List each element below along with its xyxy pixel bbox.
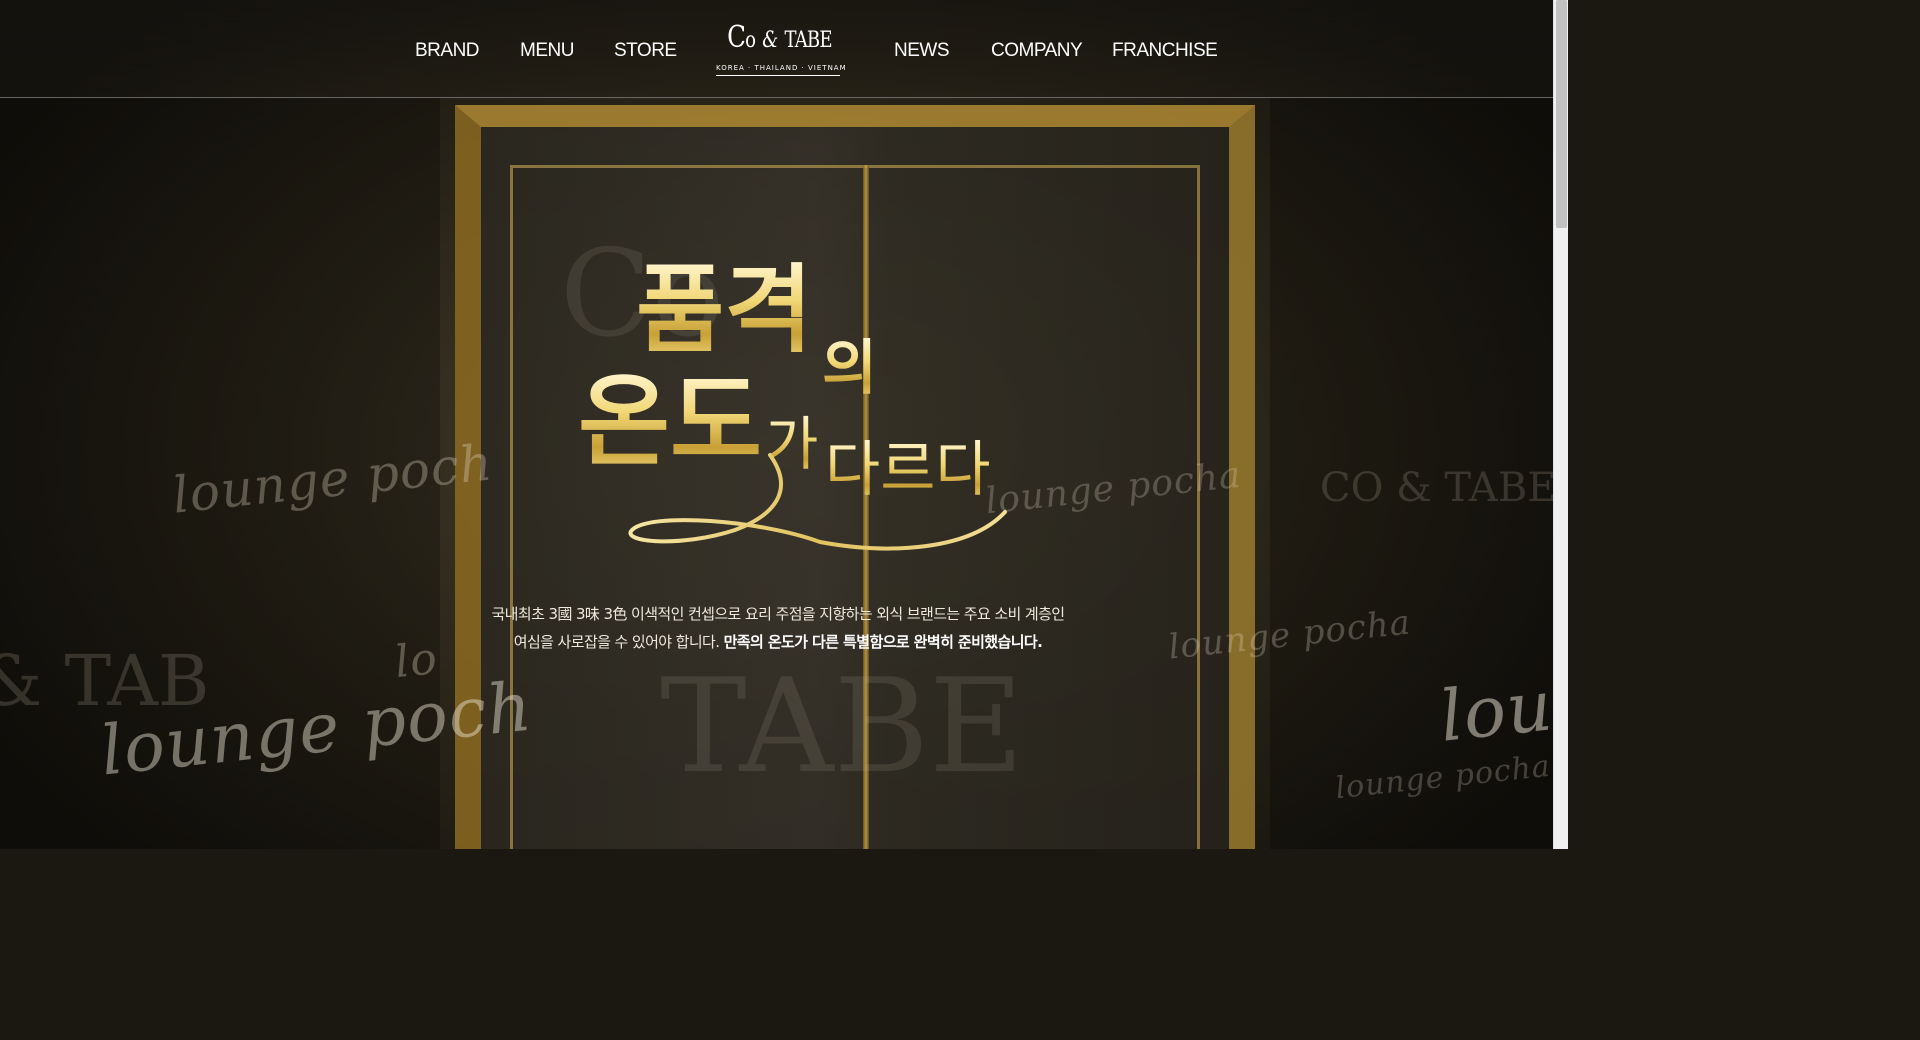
scrollbar-thumb[interactable] — [1556, 0, 1567, 228]
nav-brand[interactable]: BRAND — [415, 40, 480, 62]
description-line-2: 여심을 사로잡을 수 있어야 합니다. 만족의 온도가 다른 특별함으로 완벽히… — [440, 628, 1116, 656]
nav-company[interactable]: COMPANY — [991, 40, 1083, 62]
hero-description: 국내최초 3國 3味 3色 이색적인 컨셉으로 요리 주점을 지향하는 외식 브… — [440, 600, 1116, 656]
page-scrollbar[interactable] — [1553, 0, 1568, 849]
description-line-1: 국내최초 3國 3味 3色 이색적인 컨셉으로 요리 주점을 지향하는 외식 브… — [491, 605, 1065, 623]
logo-c: C — [727, 20, 746, 55]
nav-news[interactable]: NEWS — [894, 40, 950, 62]
bg-brand-big: TABE — [660, 650, 1024, 802]
nav-store[interactable]: STORE — [614, 40, 677, 62]
site-logo[interactable]: Co & TABE KOREA · THAILAND · VIETNAM — [716, 18, 846, 80]
bg-brand-right: CO & TABE — [1320, 465, 1553, 511]
logo-countries: KOREA · THAILAND · VIETNAM — [716, 64, 846, 76]
headline-flourish — [628, 453, 1007, 551]
hero-headline: 품격 의 온도 가 다르다 — [560, 250, 1030, 560]
hero-section: Co TABE CO & TABE & TAB lounge poch loun… — [0, 0, 1553, 849]
logo-o: o — [745, 28, 756, 53]
description-line-2-text: 여심을 사로잡을 수 있어야 합니다. — [513, 633, 724, 651]
logo-wordmark: Co & TABE — [727, 18, 832, 61]
logo-amp: & — [762, 28, 778, 53]
bg-script-6: lou — [1436, 664, 1553, 758]
site-header: BRAND MENU STORE Co & TABE KOREA · THAIL… — [0, 0, 1553, 98]
logo-tabe: TABE — [784, 28, 832, 53]
nav-franchise[interactable]: FRANCHISE — [1112, 40, 1218, 62]
bg-script-5: lo — [392, 632, 441, 689]
description-line-2-bold: 만족의 온도가 다른 특별함으로 완벽히 준비했습니다. — [723, 633, 1043, 651]
nav-menu[interactable]: MENU — [520, 40, 574, 62]
